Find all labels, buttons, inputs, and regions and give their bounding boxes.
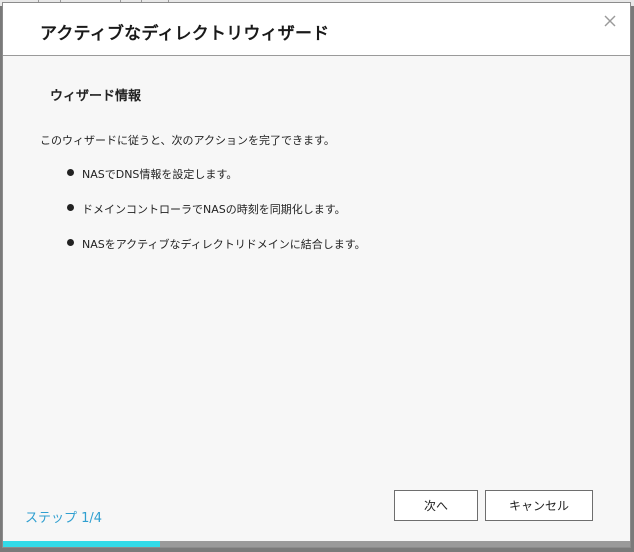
close-button[interactable] xyxy=(600,11,620,31)
list-item: ドメインコントローラでNASの時刻を同期化します。 xyxy=(67,201,366,236)
step-indicator: ステップ 1/4 xyxy=(25,511,103,526)
wizard-dialog: アクティブなディレクトリウィザード ウィザード情報 このウィザードに従うと、次の… xyxy=(2,2,631,548)
dialog-title: アクティブなディレクトリウィザード xyxy=(40,24,330,44)
section-title: ウィザード情報 xyxy=(50,89,142,104)
bullet-icon xyxy=(67,169,74,176)
next-button[interactable]: 次へ xyxy=(394,490,478,521)
bullet-icon xyxy=(67,239,74,246)
progress-bar-fill xyxy=(3,541,160,547)
dialog-header: アクティブなディレクトリウィザード xyxy=(3,3,630,56)
list-item: NASをアクティブなディレクトリドメインに結合します。 xyxy=(67,236,366,271)
list-item-text: ドメインコントローラでNASの時刻を同期化します。 xyxy=(82,203,346,216)
progress-bar xyxy=(3,541,630,547)
list-item-text: NASでDNS情報を設定します。 xyxy=(82,168,238,181)
cancel-button[interactable]: キャンセル xyxy=(485,490,593,521)
action-list: NASでDNS情報を設定します。 ドメインコントローラでNASの時刻を同期化しま… xyxy=(67,166,366,271)
bullet-icon xyxy=(67,204,74,211)
list-item: NASでDNS情報を設定します。 xyxy=(67,166,366,201)
close-icon xyxy=(604,15,616,27)
intro-text: このウィザードに従うと、次のアクションを完了できます。 xyxy=(40,134,335,147)
dialog-body: ウィザード情報 このウィザードに従うと、次のアクションを完了できます。 NASで… xyxy=(3,56,630,541)
list-item-text: NASをアクティブなディレクトリドメインに結合します。 xyxy=(82,238,366,251)
